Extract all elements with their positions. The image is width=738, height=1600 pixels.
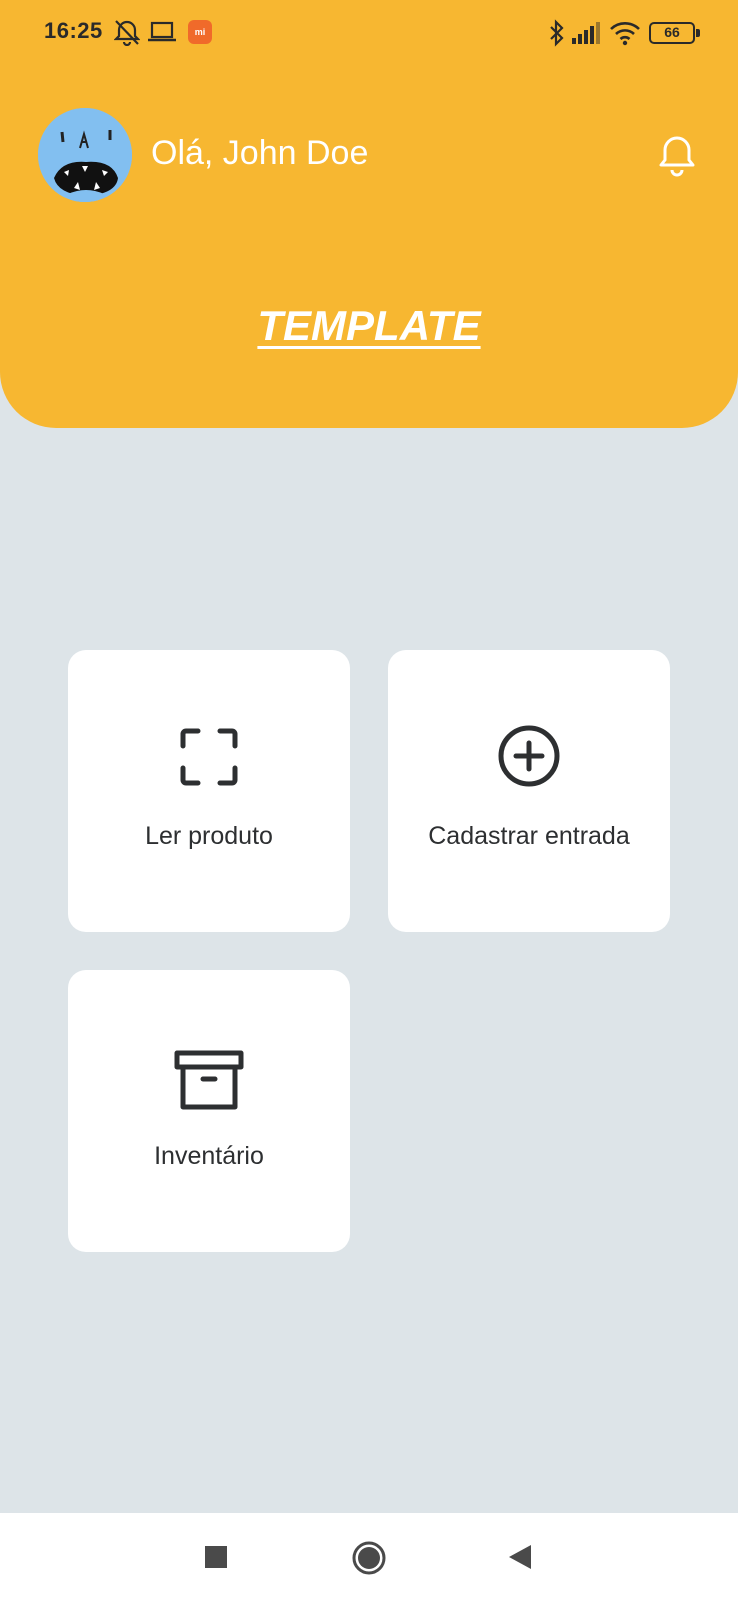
back-icon[interactable] [508,1544,532,1570]
avatar[interactable] [38,108,132,202]
greeting-text: Olá, John Doe [151,134,369,172]
laptop-icon [148,21,176,42]
bell-icon[interactable] [654,132,700,178]
recent-apps-icon[interactable] [204,1545,228,1569]
wifi-icon [610,22,640,46]
status-time: 16:25 [44,18,103,43]
read-product-card[interactable]: Ler produto [68,650,350,932]
register-entry-card[interactable]: Cadastrar entrada [388,650,670,932]
inventory-card[interactable]: Inventário [68,970,350,1252]
monster-avatar-icon [38,108,132,202]
status-bar: 16:25 mi 66 [0,0,738,66]
mi-app-icon: mi [188,20,212,44]
battery-icon: 66 [649,22,700,44]
alarm-off-icon [114,20,140,46]
scan-frame-icon [180,728,238,786]
header: 16:25 mi 66 Olá, John Doe TEMPLATE [0,0,738,428]
archive-box-icon [174,1050,244,1110]
bluetooth-icon [550,19,564,47]
page-title: TEMPLATE [257,302,481,349]
card-label: Cadastrar entrada [428,822,630,850]
add-circle-icon [498,725,560,787]
card-label: Inventário [154,1142,264,1170]
card-label: Ler produto [145,822,273,850]
signal-icon [572,22,600,44]
home-icon[interactable] [352,1541,386,1575]
system-nav-bar [0,1513,738,1600]
